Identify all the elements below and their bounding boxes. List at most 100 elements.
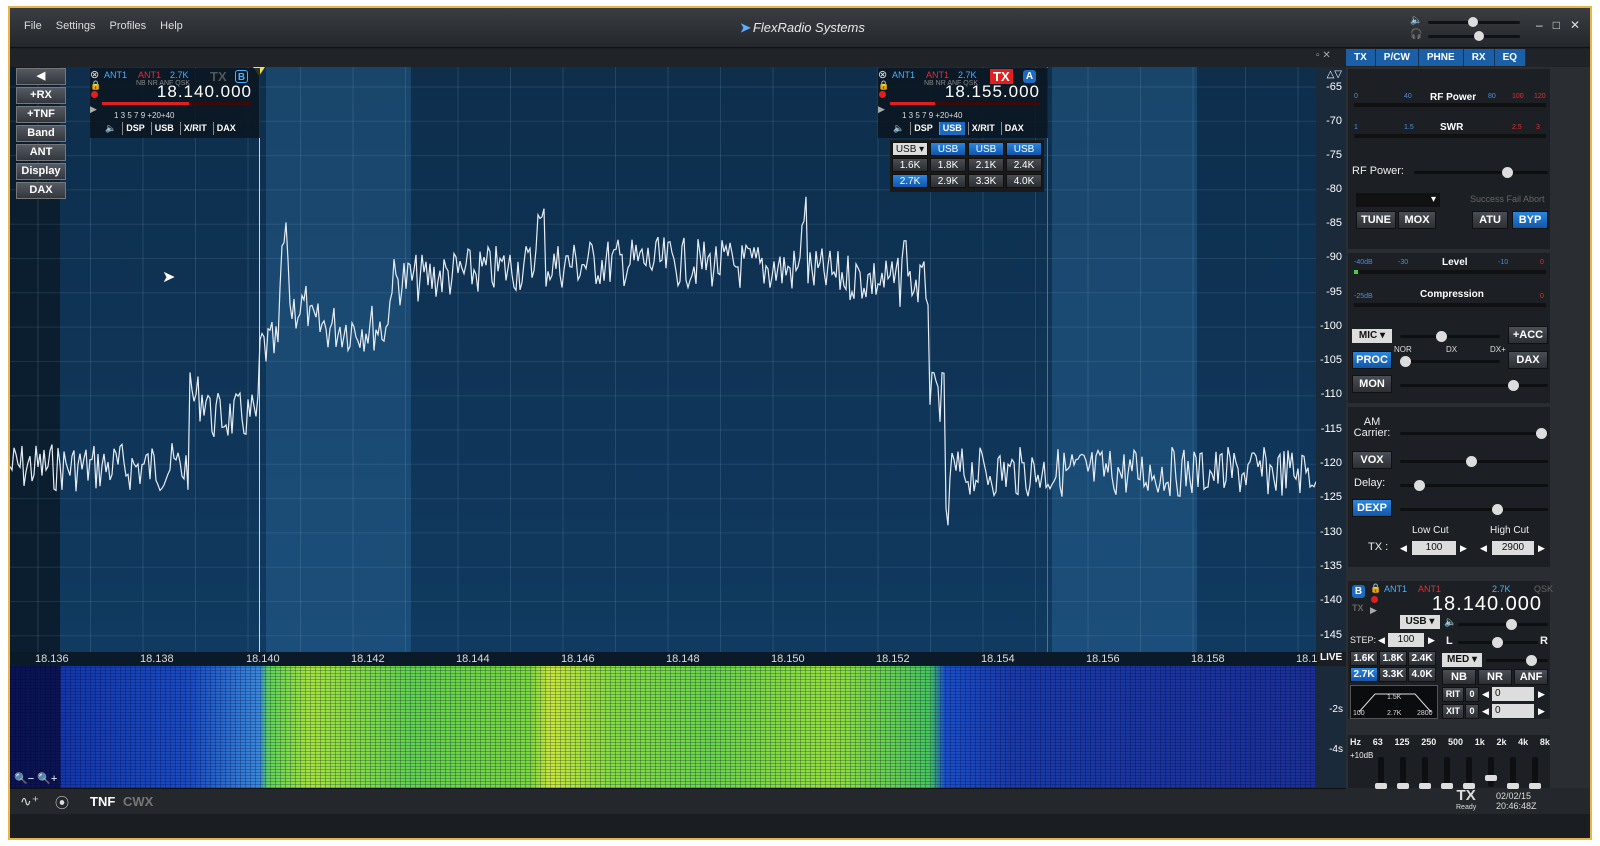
- rx-filter-1-8k[interactable]: 1.8K: [1379, 651, 1407, 666]
- rx-volume-slider[interactable]: [1458, 618, 1548, 630]
- slider-knob[interactable]: [1492, 504, 1503, 515]
- mode-select[interactable]: USB ▾: [892, 142, 928, 156]
- tune-button[interactable]: TUNE: [1356, 211, 1396, 229]
- high-cut-up-arrow[interactable]: ▶: [1538, 543, 1545, 554]
- slider-knob[interactable]: [1414, 480, 1425, 491]
- panadapter[interactable]: ➤: [10, 67, 1316, 652]
- minimize-button[interactable]: –: [1536, 18, 1543, 32]
- slider-knob[interactable]: [1474, 31, 1484, 41]
- play-icon[interactable]: ▶: [878, 104, 885, 115]
- menu-profiles[interactable]: Profiles: [109, 20, 146, 32]
- rx-filter-2-4k[interactable]: 2.4K: [1408, 651, 1436, 666]
- agc-mode-select[interactable]: MED ▾: [1442, 653, 1482, 667]
- nb-button[interactable]: NB: [1442, 669, 1476, 685]
- slider-knob[interactable]: [1466, 456, 1477, 467]
- rx-pan-slider[interactable]: [1458, 636, 1538, 648]
- xit-up-arrow[interactable]: ▶: [1538, 706, 1545, 717]
- db-scale[interactable]: △▽ -65 -70 -75 -80 -85 -90 -95 -100 -105…: [1316, 67, 1346, 652]
- slider-knob[interactable]: [1492, 637, 1503, 648]
- master-volume-slider[interactable]: 🔈: [1410, 15, 1520, 28]
- dax-button[interactable]: DAX: [1000, 122, 1027, 135]
- wireless-icon[interactable]: ⦿: [55, 793, 69, 813]
- mon-level-slider[interactable]: [1400, 379, 1548, 391]
- low-cut-up-arrow[interactable]: ▶: [1460, 543, 1467, 554]
- anf-button[interactable]: ANF: [1514, 669, 1548, 685]
- slice-frequency[interactable]: 18.140.000: [157, 82, 252, 102]
- add-tnf-button[interactable]: +TNF: [16, 106, 66, 123]
- high-cut-down-arrow[interactable]: ◀: [1480, 543, 1487, 554]
- am-carrier-slider[interactable]: [1400, 427, 1548, 439]
- slider-knob[interactable]: [1485, 775, 1497, 781]
- rx-lock-icon[interactable]: 🔒: [1370, 583, 1381, 594]
- tx-antenna[interactable]: ANT1: [138, 70, 161, 80]
- proc-button[interactable]: PROC: [1352, 351, 1392, 369]
- tab-tx[interactable]: TX: [1346, 49, 1376, 66]
- rx-filter-2-7k[interactable]: 2.7K: [1350, 667, 1378, 682]
- waterfall[interactable]: [10, 666, 1316, 788]
- atu-button[interactable]: ATU: [1472, 211, 1508, 229]
- slider-knob[interactable]: [1397, 783, 1409, 789]
- filter-2-1k[interactable]: 2.1K: [968, 158, 1004, 172]
- speaker-icon[interactable]: 🔈: [102, 122, 119, 135]
- filter-3-3k[interactable]: 3.3K: [968, 174, 1004, 188]
- slider-knob[interactable]: [1441, 783, 1453, 789]
- dax-button[interactable]: DAX: [212, 122, 239, 135]
- slider-knob[interactable]: [1502, 167, 1513, 178]
- slider-knob[interactable]: [1529, 783, 1541, 789]
- xrit-button[interactable]: X/RIT: [967, 122, 998, 135]
- xit-down-arrow[interactable]: ◀: [1482, 706, 1489, 717]
- rx-filter-3-3k[interactable]: 3.3K: [1379, 667, 1407, 682]
- proc-slider[interactable]: [1400, 355, 1500, 367]
- slider-knob[interactable]: [1507, 783, 1519, 789]
- zoom-in-icon[interactable]: 🔍+: [37, 773, 57, 785]
- zoom-out-icon[interactable]: 🔍−: [14, 773, 34, 785]
- lock-icon[interactable]: 🔒: [878, 80, 889, 91]
- slice-frequency[interactable]: 18.155.000: [945, 82, 1040, 102]
- lock-icon[interactable]: 🔒: [90, 80, 101, 91]
- dexp-button[interactable]: DEXP: [1352, 499, 1392, 517]
- rx-filter-1-6k[interactable]: 1.6K: [1350, 651, 1378, 666]
- nr-button[interactable]: NR: [1478, 669, 1512, 685]
- eq-slider[interactable]: [1441, 757, 1453, 789]
- tx-profile-dropdown[interactable]: ▾: [1356, 193, 1440, 207]
- mode-button[interactable]: USB: [150, 122, 177, 135]
- filter-shape-display[interactable]: 1.5K 100 2.7K 2800: [1350, 685, 1438, 719]
- xit-button[interactable]: XIT: [1442, 704, 1464, 719]
- slider-knob[interactable]: [1436, 331, 1447, 342]
- rx-mode-select[interactable]: USB ▾: [1400, 615, 1440, 629]
- mon-button[interactable]: MON: [1352, 375, 1392, 393]
- rx-antenna[interactable]: ANT1: [1384, 584, 1407, 594]
- eq-slider[interactable]: [1375, 757, 1387, 789]
- eq-slider[interactable]: [1529, 757, 1541, 789]
- dax-tx-button[interactable]: DAX: [1508, 351, 1548, 369]
- slider-knob[interactable]: [1536, 428, 1547, 439]
- ant-button[interactable]: ANT: [16, 144, 66, 161]
- rx-filter-4-0k[interactable]: 4.0K: [1408, 667, 1436, 682]
- close-button[interactable]: ✕: [1570, 18, 1580, 32]
- mox-button[interactable]: MOX: [1398, 211, 1436, 229]
- rx-frequency[interactable]: 18.140.000: [1432, 593, 1542, 616]
- scale-arrows-icon[interactable]: △▽: [1327, 69, 1342, 80]
- rit-button[interactable]: RIT: [1442, 687, 1464, 702]
- step-down-arrow[interactable]: ◀: [1378, 635, 1385, 646]
- filter-1-6k[interactable]: 1.6K: [892, 158, 928, 172]
- slider-knob[interactable]: [1526, 655, 1537, 666]
- rx-antenna[interactable]: ANT1: [892, 70, 915, 80]
- mode-button[interactable]: USB: [938, 122, 965, 135]
- add-pan-icon[interactable]: ∿⁺: [20, 793, 39, 810]
- low-cut-down-arrow[interactable]: ◀: [1400, 543, 1407, 554]
- step-value[interactable]: 100: [1388, 633, 1424, 647]
- eq-slider[interactable]: [1419, 757, 1431, 789]
- mode-usb-2[interactable]: USB: [968, 142, 1004, 156]
- rx-play-icon[interactable]: ▶: [1370, 605, 1377, 616]
- mic-level-slider[interactable]: [1400, 330, 1500, 342]
- add-rx-button[interactable]: +RX: [16, 87, 66, 104]
- slider-knob[interactable]: [1419, 783, 1431, 789]
- tab-eq[interactable]: EQ: [1494, 49, 1527, 66]
- eq-slider[interactable]: [1485, 757, 1497, 787]
- rit-offset[interactable]: 0: [1492, 687, 1534, 701]
- cwx-toggle[interactable]: CWX: [123, 794, 153, 809]
- vox-level-slider[interactable]: [1400, 455, 1548, 467]
- filter-2-7k[interactable]: 2.7K: [892, 174, 928, 188]
- dexp-slider[interactable]: [1400, 503, 1548, 515]
